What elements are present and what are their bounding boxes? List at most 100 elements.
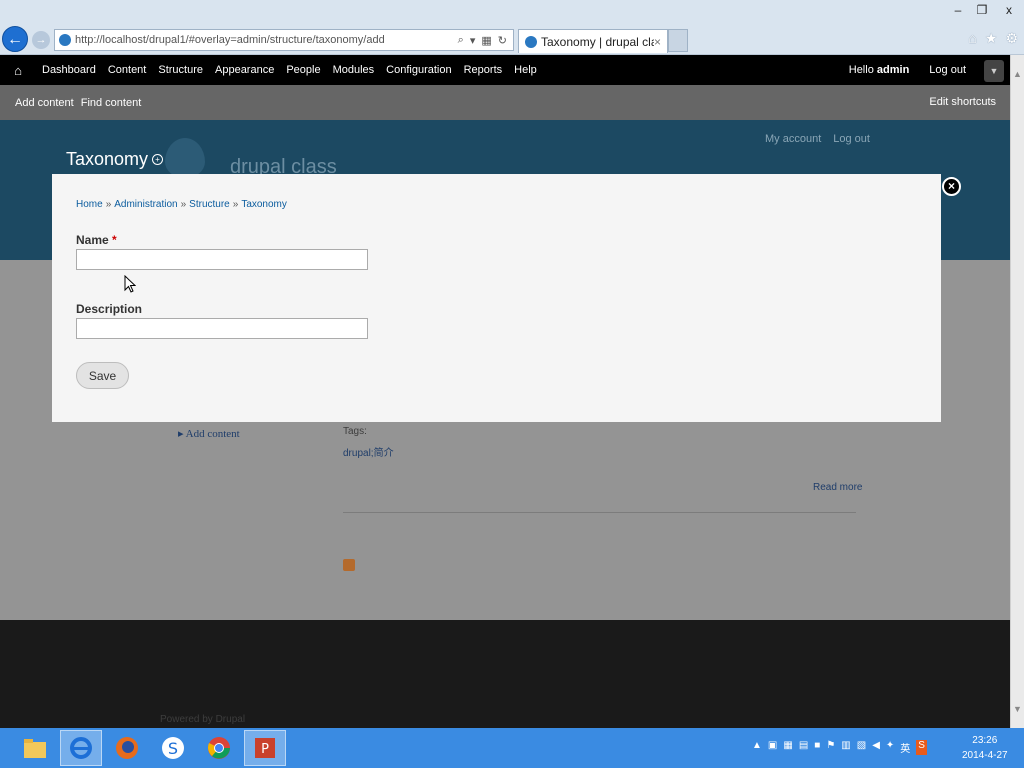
volume-icon[interactable]: ◀ <box>872 740 880 755</box>
toolbar-item-reports[interactable]: Reports <box>458 55 509 85</box>
action-center-flag-icon[interactable]: ⚑ <box>826 740 835 755</box>
secondary-menu: My account Log out <box>765 133 870 145</box>
restore-button[interactable]: ❐ <box>970 0 994 20</box>
drupal-favicon-icon <box>59 34 71 46</box>
breadcrumb-separator: » <box>180 199 187 210</box>
sidebar-add-content-label: Add content <box>185 428 240 440</box>
overlay-dialog: Home» Administration» Structure» Taxonomy N… <box>52 174 941 422</box>
save-button[interactable]: Save <box>76 362 129 389</box>
back-button[interactable]: ← <box>2 26 28 52</box>
browser-tab[interactable]: Taxonomy | drupal class × <box>518 29 668 53</box>
tab-close-icon[interactable]: × <box>654 35 661 49</box>
dropdown-icon[interactable]: ▾ <box>470 34 476 47</box>
refresh-icon[interactable]: ↻ <box>498 34 507 47</box>
toolbar-menu: Dashboard Content Structure Appearance P… <box>36 55 543 85</box>
tray-app4-icon[interactable]: ✦ <box>886 740 894 755</box>
site-logout-link[interactable]: Log out <box>833 133 870 145</box>
scroll-down-icon[interactable]: ▼ <box>1013 704 1022 714</box>
browser-tools: ⌂ ★ ⚙ <box>968 30 1018 47</box>
chrome-icon[interactable] <box>198 730 240 766</box>
settings-gear-icon[interactable]: ⚙ <box>1005 30 1018 47</box>
admin-toolbar: ⌂ Dashboard Content Structure Appearance… <box>0 55 1010 85</box>
url-text[interactable]: http://localhost/drupal1/#overlay=admin/… <box>75 34 458 46</box>
read-more-link[interactable]: Read more <box>813 482 862 493</box>
system-tray: ▲ ▣ ▦ ▤ ■ ⚑ ▥ ▧ ◀ ✦ 英 S <box>752 740 927 755</box>
page-scrollbar[interactable]: ▲ ▼ <box>1010 55 1024 728</box>
forward-button[interactable]: → <box>32 31 50 49</box>
shortcut-drawer-toggle[interactable]: ▼ <box>984 60 1004 82</box>
scroll-up-icon[interactable]: ▲ <box>1013 69 1022 79</box>
tags-value-link[interactable]: drupal;简介 <box>343 444 394 459</box>
toolbar-item-content[interactable]: Content <box>102 55 153 85</box>
toolbar-home-icon[interactable]: ⌂ <box>0 63 36 78</box>
firefox-icon[interactable] <box>106 730 148 766</box>
sogou-input-icon[interactable]: S <box>916 740 927 755</box>
ime-english-icon[interactable]: 英 <box>900 740 910 755</box>
file-explorer-icon[interactable] <box>14 730 56 766</box>
toolbar-item-dashboard[interactable]: Dashboard <box>36 55 102 85</box>
toolbar-item-modules[interactable]: Modules <box>327 55 381 85</box>
name-label: Name * <box>76 233 117 247</box>
rss-feed-icon[interactable] <box>343 559 355 571</box>
drupal-logo-icon <box>165 138 205 178</box>
sidebar-add-content-link[interactable]: ▸ Add content <box>178 427 240 440</box>
taskbar-clock[interactable]: 23:26 2014-4-27 <box>962 733 1008 763</box>
close-window-button[interactable]: x <box>994 0 1024 20</box>
my-account-link[interactable]: My account <box>765 133 821 145</box>
clock-date: 2014-4-27 <box>962 750 1008 761</box>
tray-app3-icon[interactable]: ▥ <box>841 740 850 755</box>
home-icon[interactable]: ⌂ <box>968 30 976 47</box>
toolbar-user: Hello admin Log out <box>849 55 966 85</box>
user-greeting: Hello admin <box>849 55 910 85</box>
powerpoint-icon[interactable]: P <box>244 730 286 766</box>
tray-network-icon[interactable]: ▦ <box>783 740 792 755</box>
minimize-button[interactable]: – <box>946 0 970 20</box>
address-bar[interactable]: http://localhost/drupal1/#overlay=admin/… <box>54 29 514 51</box>
tags-label: Tags: <box>343 426 367 437</box>
toolbar-item-help[interactable]: Help <box>508 55 543 85</box>
edit-shortcuts-link[interactable]: Edit shortcuts <box>929 96 996 108</box>
powered-by-text: Powered by Drupal <box>160 714 246 725</box>
breadcrumb-taxonomy[interactable]: Taxonomy <box>241 199 287 210</box>
name-label-text: Name <box>76 233 109 247</box>
breadcrumb-structure[interactable]: Structure <box>189 199 230 210</box>
tab-favicon-icon <box>525 35 537 48</box>
shortcut-add-icon[interactable]: + <box>152 154 163 165</box>
shortcut-find-content[interactable]: Find content <box>81 97 149 109</box>
network-icon[interactable]: ▧ <box>857 740 866 755</box>
shortcut-add-content[interactable]: Add content <box>0 97 81 109</box>
windows-taskbar: S P ▲ ▣ ▦ ▤ ■ ⚑ ▥ ▧ ◀ ✦ 英 S 23:26 2014-4… <box>0 728 1024 768</box>
favorites-icon[interactable]: ★ <box>985 30 998 47</box>
overlay-close-icon[interactable]: × <box>942 177 961 196</box>
shortcuts-bar: Add content Find content Edit shortcuts <box>0 85 1010 120</box>
breadcrumb-separator: » <box>105 199 112 210</box>
clock-time: 23:26 <box>972 735 998 746</box>
toolbar-item-appearance[interactable]: Appearance <box>209 55 280 85</box>
compat-view-icon[interactable]: ▦ <box>481 34 491 47</box>
svg-text:P: P <box>261 742 269 757</box>
tray-keyboard-icon[interactable]: ▤ <box>799 740 808 755</box>
tray-app2-icon[interactable]: ■ <box>814 740 820 755</box>
search-icon[interactable]: ⌕ <box>458 34 464 47</box>
tray-app-icon[interactable]: ▣ <box>768 740 777 755</box>
breadcrumb-administration[interactable]: Administration <box>114 199 177 210</box>
breadcrumb-home[interactable]: Home <box>76 199 103 210</box>
username-link[interactable]: admin <box>877 64 909 76</box>
sogou-browser-icon[interactable]: S <box>152 730 194 766</box>
show-hidden-icons-icon[interactable]: ▲ <box>752 740 762 755</box>
required-mark: * <box>112 233 117 247</box>
breadcrumb-separator: » <box>232 199 239 210</box>
svg-text:S: S <box>168 739 178 758</box>
name-input[interactable] <box>76 249 368 270</box>
toolbar-item-structure[interactable]: Structure <box>152 55 209 85</box>
new-tab-button[interactable] <box>668 29 688 52</box>
logout-link[interactable]: Log out <box>929 55 966 85</box>
page-title: Taxonomy <box>66 149 149 169</box>
toolbar-item-configuration[interactable]: Configuration <box>380 55 457 85</box>
address-bar-icons: ⌕ ▾ ▦ ↻ <box>458 34 513 47</box>
tab-title: Taxonomy | drupal class <box>541 34 654 49</box>
toolbar-item-people[interactable]: People <box>280 55 326 85</box>
internet-explorer-icon[interactable] <box>60 730 102 766</box>
description-input[interactable] <box>76 318 368 339</box>
window-controls: – ❐ x <box>946 0 1024 22</box>
